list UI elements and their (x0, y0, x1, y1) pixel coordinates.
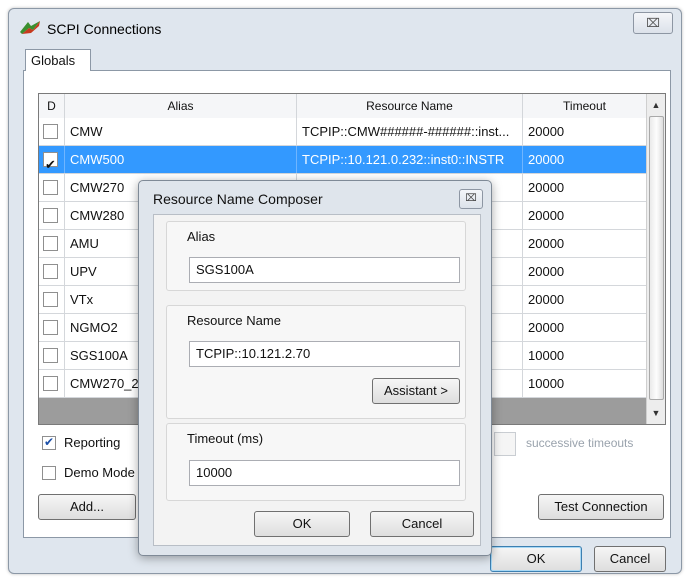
default-cell (39, 174, 65, 201)
tab-globals[interactable]: Globals (25, 49, 91, 71)
table-row[interactable]: CMW TCPIP::CMW######-######::inst... 20000 (39, 118, 647, 146)
default-checkbox[interactable] (43, 236, 58, 251)
default-checkbox[interactable] (43, 376, 58, 391)
resource-name-label: Resource Name (187, 313, 281, 328)
timeout-cell: 10000 (523, 370, 647, 397)
default-checkbox[interactable] (43, 151, 58, 173)
timeout-cell: 20000 (523, 202, 647, 229)
column-header-resource-name[interactable]: Resource Name (297, 94, 523, 118)
dialog-close-button[interactable]: ⌧ (459, 189, 483, 209)
default-cell (39, 146, 65, 173)
default-cell (39, 370, 65, 397)
default-cell (39, 118, 65, 145)
timeout-cell: 20000 (523, 314, 647, 341)
window-close-button[interactable]: ⌧ (633, 12, 673, 34)
scrollbar-thumb[interactable] (649, 116, 664, 400)
default-checkbox[interactable] (43, 124, 58, 139)
composer-cancel-button[interactable]: Cancel (370, 511, 474, 537)
table-row[interactable]: CMW500TCPIP::10.121.0.232::inst0::INSTR2… (39, 146, 647, 174)
column-header-alias[interactable]: Alias (65, 94, 297, 118)
demo-mode-checkbox[interactable] (42, 466, 56, 480)
resource-name-composer-dialog: Resource Name Composer ⌧ Alias SGS100A R… (138, 180, 492, 556)
timeout-cell: 20000 (523, 286, 647, 313)
default-checkbox[interactable] (43, 320, 58, 335)
timeout-cell: 20000 (523, 258, 647, 285)
default-cell (39, 342, 65, 369)
table-header: D Alias Resource Name Timeout (39, 94, 647, 119)
dialog-title: Resource Name Composer (153, 191, 323, 207)
add-button[interactable]: Add... (38, 494, 136, 520)
table-vertical-scrollbar[interactable]: ▲ ▼ (646, 94, 665, 424)
default-checkbox[interactable] (43, 264, 58, 279)
timeout-label: Timeout (ms) (187, 431, 264, 446)
alias-cell: CMW500 (65, 146, 297, 173)
cancel-button[interactable]: Cancel (594, 546, 666, 572)
close-icon: ⌧ (646, 16, 660, 30)
ok-button[interactable]: OK (490, 546, 582, 572)
default-checkbox[interactable] (43, 292, 58, 307)
alias-cell: CMW (65, 118, 297, 145)
timeout-cell: 10000 (523, 342, 647, 369)
resource-name-cell: TCPIP::10.121.0.232::inst0::INSTR (297, 146, 523, 173)
alias-label: Alias (187, 229, 216, 244)
timeout-input[interactable]: 10000 (189, 460, 460, 486)
successive-timeouts-input[interactable] (494, 432, 516, 456)
window-title: SCPI Connections (47, 21, 162, 37)
timeout-cell: 20000 (523, 146, 647, 173)
reporting-label: Reporting (64, 435, 121, 450)
default-cell (39, 286, 65, 313)
resource-name-input[interactable]: TCPIP::10.121.2.70 (189, 341, 460, 367)
demo-mode-label: Demo Mode (64, 465, 135, 480)
default-cell (39, 230, 65, 257)
timeout-cell: 20000 (523, 174, 647, 201)
default-cell (39, 314, 65, 341)
timeout-cell: 20000 (523, 230, 647, 257)
default-checkbox[interactable] (43, 348, 58, 363)
default-checkbox[interactable] (43, 180, 58, 195)
resource-name-cell: TCPIP::CMW######-######::inst... (297, 118, 523, 145)
successive-timeouts-label: successive timeouts (526, 436, 634, 450)
default-cell (39, 258, 65, 285)
composer-ok-button[interactable]: OK (254, 511, 350, 537)
reporting-checkbox[interactable] (42, 435, 56, 450)
column-header-timeout[interactable]: Timeout (523, 94, 647, 118)
default-cell (39, 202, 65, 229)
title-bar: SCPI Connections ⌧ (9, 9, 681, 45)
timeout-cell: 20000 (523, 118, 647, 145)
dialog-body: Alias SGS100A Resource Name TCPIP::10.12… (153, 214, 481, 546)
column-header-d[interactable]: D (39, 94, 65, 118)
close-icon: ⌧ (465, 193, 477, 204)
instrument-connection-icon (20, 21, 40, 34)
scroll-up-icon[interactable]: ▲ (647, 96, 665, 114)
test-connection-button[interactable]: Test Connection (538, 494, 664, 520)
assistant-button[interactable]: Assistant > (372, 378, 460, 404)
scroll-down-icon[interactable]: ▼ (647, 404, 665, 422)
default-checkbox[interactable] (43, 208, 58, 223)
alias-input[interactable]: SGS100A (189, 257, 460, 283)
